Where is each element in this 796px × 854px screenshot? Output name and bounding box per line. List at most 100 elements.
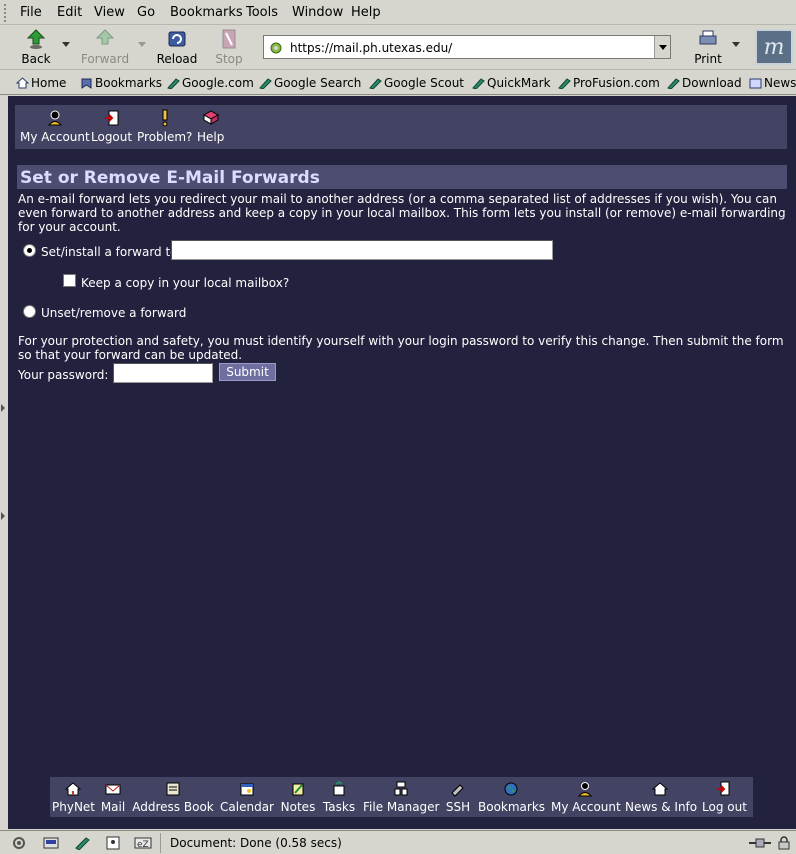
notes-icon xyxy=(292,783,304,796)
navigator-icon[interactable] xyxy=(10,836,28,850)
bookmark-profusion-label: ProFusion.com xyxy=(573,76,660,90)
bottom-nav-calendar[interactable]: Calendar xyxy=(220,781,274,814)
bottom-nav-my-account[interactable]: My Account xyxy=(551,781,621,814)
bookmark-bookmarks-label: Bookmarks xyxy=(95,76,163,90)
forward-dropdown[interactable] xyxy=(138,42,146,47)
composer-icon[interactable] xyxy=(74,836,92,850)
print-button[interactable]: Print xyxy=(692,28,724,66)
bottom-nav-notes-label: Notes xyxy=(280,800,316,814)
bookmark-home[interactable]: Home xyxy=(16,76,66,90)
menu-file[interactable]: File xyxy=(20,5,42,20)
bookmark-news[interactable]: News xyxy=(749,76,796,90)
menu-view[interactable]: View xyxy=(94,5,125,20)
menu-edit[interactable]: Edit xyxy=(57,5,82,20)
bottom-nav-tasks[interactable]: Tasks xyxy=(321,781,357,814)
intro-text: An e-mail forward lets you redirect your… xyxy=(18,192,786,234)
news-icon xyxy=(749,78,762,89)
bookmark-download[interactable]: Download xyxy=(667,76,742,90)
globe-icon xyxy=(504,782,518,796)
sidebar-grippy[interactable] xyxy=(0,96,8,829)
bottom-nav-phynet[interactable]: PhyNet xyxy=(52,781,96,814)
bookmark-icon xyxy=(259,78,272,89)
menu-tools[interactable]: Tools xyxy=(246,5,278,20)
bottom-nav-address-book[interactable]: Address Book xyxy=(132,781,214,814)
bookmark-google-search[interactable]: Google Search xyxy=(259,76,361,90)
home-icon xyxy=(65,782,81,796)
password-input[interactable] xyxy=(113,363,213,383)
bookmark-google-com[interactable]: Google.com xyxy=(167,76,254,90)
menu-bookmarks[interactable]: Bookmarks xyxy=(170,5,243,20)
bookmark-profusion[interactable]: ProFusion.com xyxy=(558,76,660,90)
bookmark-google-scout[interactable]: Google Scout xyxy=(369,76,464,90)
menu-tools-label: Tools xyxy=(246,5,279,20)
menu-help[interactable]: Help xyxy=(351,5,381,20)
forward-arrow-icon xyxy=(95,29,115,45)
bookmark-quickmark[interactable]: QuickMark xyxy=(472,76,551,90)
status-divider xyxy=(160,833,161,853)
menu-window-label: Window xyxy=(292,5,344,20)
bookmark-download-label: Download xyxy=(682,76,742,90)
print-dropdown[interactable] xyxy=(732,42,740,47)
nav-help-label: Help xyxy=(197,130,225,144)
forward-address-input[interactable] xyxy=(171,240,553,260)
address-book-icon[interactable] xyxy=(104,836,122,850)
help-book-icon xyxy=(202,110,219,125)
bottom-nav-notes[interactable]: Notes xyxy=(280,781,316,814)
bottom-nav-address-book-label: Address Book xyxy=(132,800,214,814)
menu-bar: File Edit View Go Bookmarks Tools Window… xyxy=(0,0,796,25)
bottom-nav-bookmarks[interactable]: Bookmarks xyxy=(478,781,545,814)
bottom-nav-ssh[interactable]: SSH xyxy=(444,781,472,814)
bookmarks-toolbar: Home Bookmarks Google.com Google Search … xyxy=(0,71,796,95)
address-book-icon xyxy=(166,782,180,796)
bottom-nav-news-info[interactable]: News & Info xyxy=(625,781,697,814)
reload-button[interactable]: Reload xyxy=(156,28,198,66)
nav-my-account[interactable]: My Account xyxy=(20,109,90,144)
menu-view-label: View xyxy=(94,5,125,20)
url-dropdown[interactable] xyxy=(654,36,670,58)
browser-logo[interactable]: m xyxy=(755,29,793,65)
status-text: Document: Done (0.58 secs) xyxy=(170,836,342,850)
bookmark-icon xyxy=(667,78,680,89)
url-text[interactable]: https://mail.ph.utexas.edu/ xyxy=(290,41,452,55)
menu-go[interactable]: Go xyxy=(137,5,155,20)
top-navigation: My Account Logout Problem? Help xyxy=(15,105,787,149)
bottom-navigation: PhyNet Mail Address Book Calendar Notes … xyxy=(50,777,753,817)
stop-button[interactable]: Stop xyxy=(214,28,244,66)
bookmark-bookmarks[interactable]: Bookmarks xyxy=(80,76,162,90)
menu-grip[interactable] xyxy=(4,4,10,22)
svg-text:eZ: eZ xyxy=(137,840,149,850)
menu-window[interactable]: Window xyxy=(292,5,343,20)
mail-icon xyxy=(105,784,121,795)
news-icon xyxy=(652,782,668,796)
stop-label: Stop xyxy=(215,52,243,66)
nav-problem[interactable]: Problem? xyxy=(137,109,192,144)
bottom-nav-mail[interactable]: Mail xyxy=(100,781,126,814)
nav-logout-label: Logout xyxy=(91,130,133,144)
bookmark-google-search-label: Google Search xyxy=(274,76,362,90)
bookmark-home-label: Home xyxy=(31,76,67,90)
bottom-nav-file-manager[interactable]: File Manager xyxy=(363,781,440,814)
bottom-nav-phynet-label: PhyNet xyxy=(52,800,96,814)
bottom-nav-ssh-label: SSH xyxy=(445,800,471,814)
menu-file-label: File xyxy=(20,5,42,20)
back-button[interactable]: Back xyxy=(18,28,54,66)
nav-problem-label: Problem? xyxy=(137,130,193,144)
back-dropdown[interactable] xyxy=(62,42,70,47)
mail-client-icon[interactable] xyxy=(42,836,60,850)
forward-button[interactable]: Forward xyxy=(80,28,130,66)
set-forward-radio[interactable] xyxy=(23,244,36,257)
url-bar[interactable]: https://mail.ph.utexas.edu/ xyxy=(263,35,671,59)
printer-icon xyxy=(699,30,717,45)
nav-logout[interactable]: Logout xyxy=(91,109,132,144)
unset-forward-radio[interactable] xyxy=(23,305,36,318)
bottom-nav-log-out[interactable]: Log out xyxy=(702,781,747,814)
online-status-icon[interactable] xyxy=(748,836,772,850)
nav-help[interactable]: Help xyxy=(197,109,224,144)
chatzilla-icon[interactable]: eZ xyxy=(134,836,152,850)
status-bar: eZ Document: Done (0.58 secs) xyxy=(0,830,796,854)
back-arrow-icon xyxy=(26,29,46,49)
submit-button[interactable]: Submit xyxy=(219,363,276,381)
lock-icon[interactable] xyxy=(776,836,792,850)
keep-copy-checkbox[interactable] xyxy=(63,274,76,287)
stop-icon xyxy=(222,29,236,49)
